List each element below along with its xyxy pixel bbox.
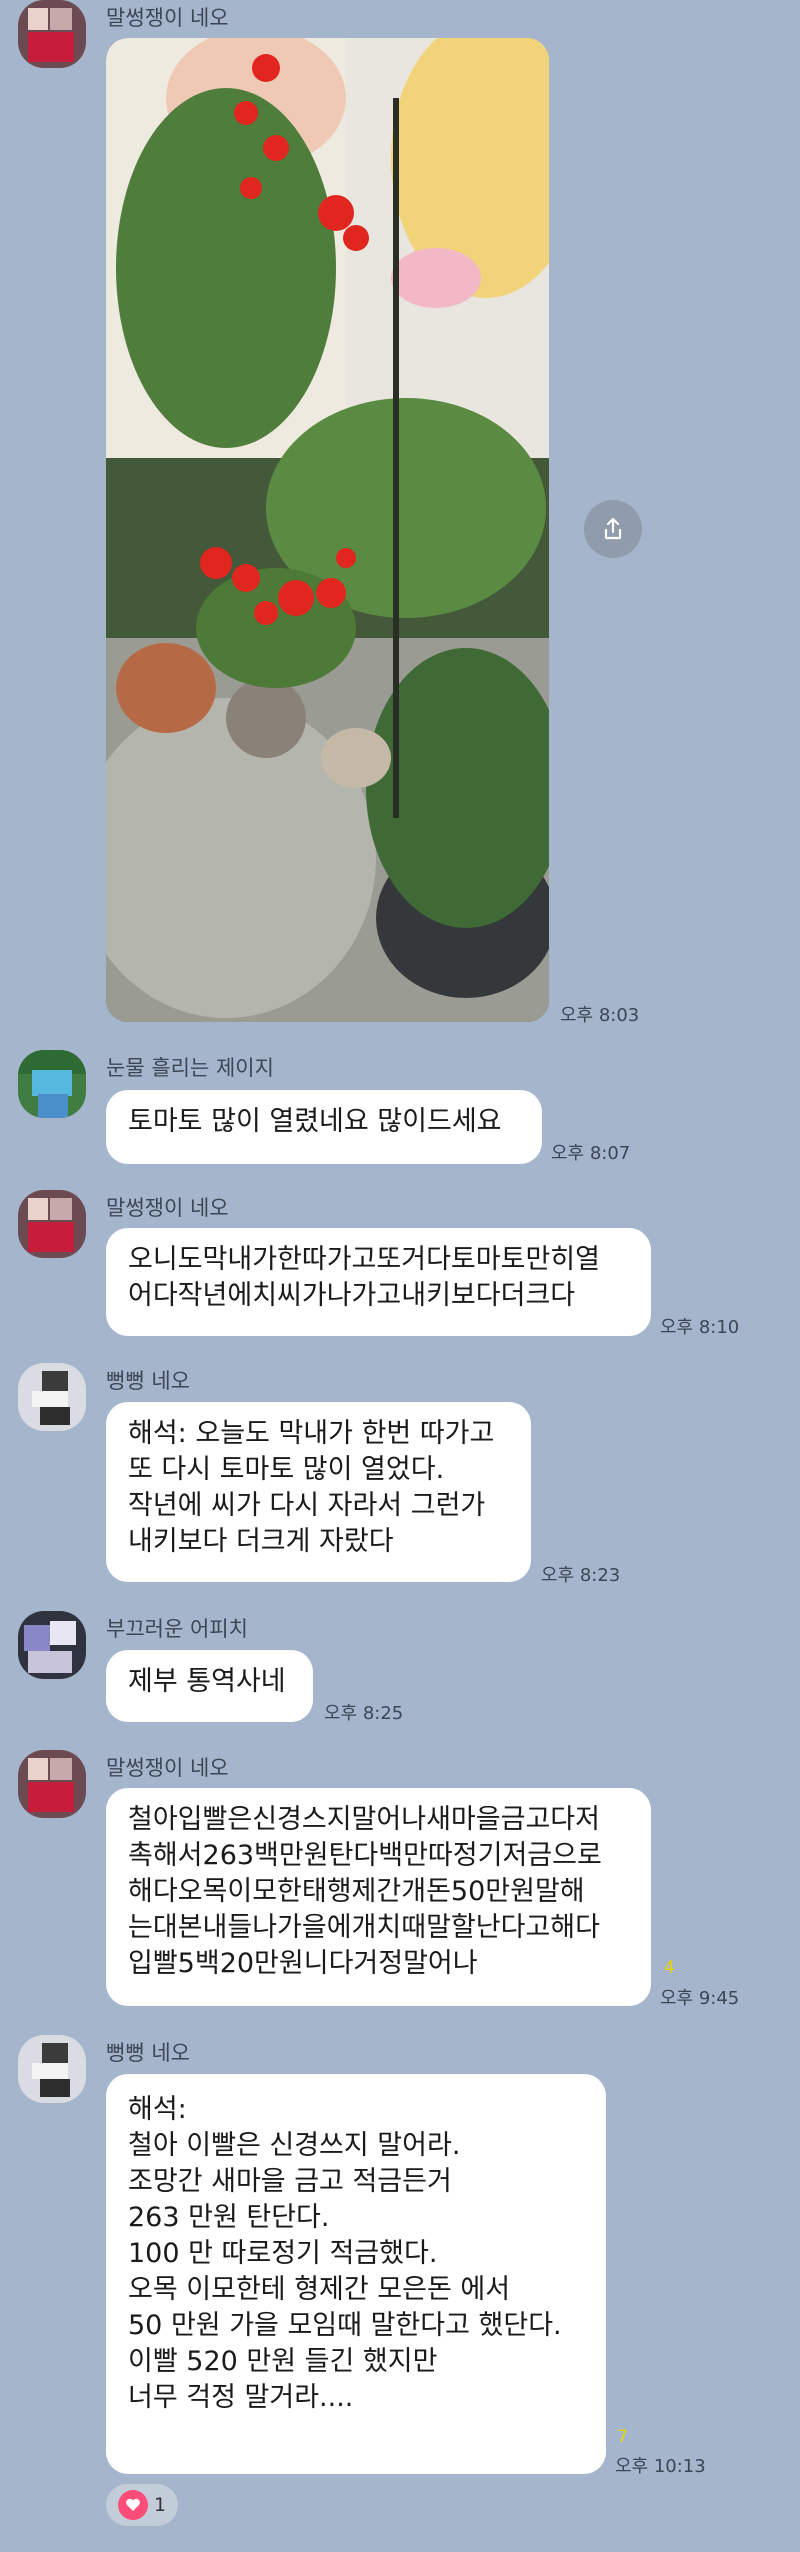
message-time: 오후 8:25 [324,1703,404,1724]
avatar[interactable] [18,1750,86,1818]
avatar[interactable] [18,0,86,68]
message-time: 오후 10:13 [615,2456,706,2477]
avatar[interactable] [18,1190,86,1258]
sender-name: 눈물 흘리는 제이지 [106,1056,274,1080]
message-bubble[interactable]: 제부 통역사네 [106,1650,313,1722]
avatar[interactable] [18,2035,86,2103]
unread-count: 7 [617,2427,628,2447]
message-bubble[interactable]: 토마토 많이 열렸네요 많이드세요 [106,1090,542,1164]
message-time: 오후 8:03 [560,1005,640,1026]
message-time: 오후 9:45 [660,1988,740,2009]
reaction-badge[interactable]: 1 [106,2484,179,2526]
sender-name: 말썽쟁이 네오 [106,1756,229,1780]
avatar[interactable] [18,1363,86,1431]
sender-name: 뻥뻥 네오 [106,1369,190,1393]
message-bubble[interactable]: 철아입빨은신경스지말어나새마을금고다저 촉해서263백만원탄다백만따정기저금으로… [106,1788,651,2006]
flower-garden-image [106,38,549,1022]
sender-name: 말썽쟁이 네오 [106,1196,229,1220]
message-bubble[interactable]: 해석: 오늘도 막내가 한번 따가고 또 다시 토마토 많이 열었다. 작년에 … [106,1402,531,1582]
avatar[interactable] [18,1611,86,1679]
message-time: 오후 8:23 [541,1565,621,1586]
unread-count: 4 [664,1958,675,1978]
share-button[interactable] [584,500,642,558]
message-bubble[interactable]: 해석: 철아 이빨은 신경쓰지 말어라. 조망간 새마을 금고 적금든거 263… [106,2074,606,2474]
sender-name: 뻥뻥 네오 [106,2041,190,2065]
share-icon [604,517,622,540]
message-bubble[interactable]: 오니도막내가한따가고또거다토마토만히열 어다작년에치씨가나가고내키보다더크다 [106,1228,651,1336]
sender-name: 말썽쟁이 네오 [106,6,229,30]
sender-name: 부끄러운 어피치 [106,1617,248,1641]
message-time: 오후 8:10 [660,1317,740,1338]
shared-photo[interactable] [106,38,549,1022]
heart-icon [118,2490,148,2520]
reaction-count: 1 [154,2494,167,2516]
avatar[interactable] [18,1050,86,1118]
message-time: 오후 8:07 [551,1143,631,1164]
